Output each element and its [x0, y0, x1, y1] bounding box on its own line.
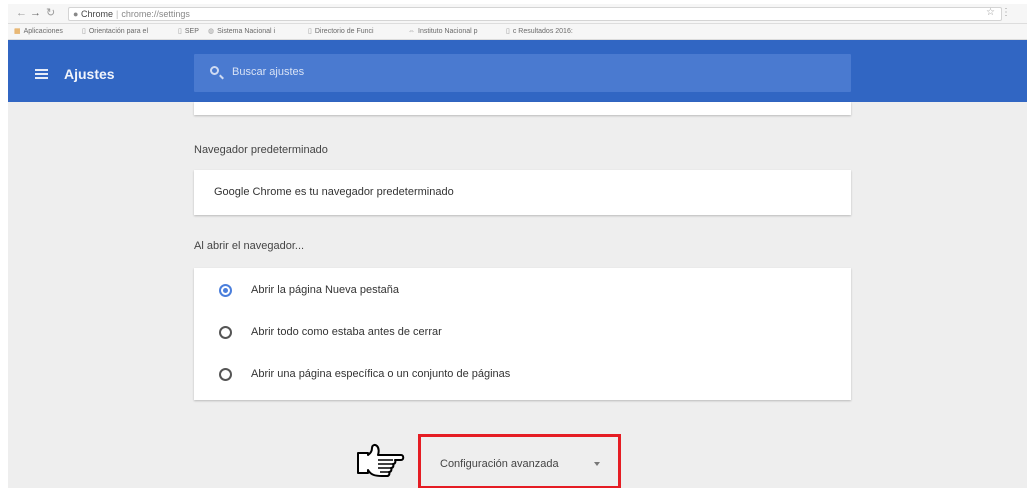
omnibox[interactable]: ● Chrome | chrome://settings — [68, 7, 1002, 21]
address-bar: ← → ↻ ● Chrome | chrome://settings ☆⋮ — [8, 4, 1027, 24]
radio-unselected[interactable] — [219, 326, 232, 339]
option-label: Abrir la página Nueva pestaña — [251, 284, 399, 296]
default-browser-status: Google Chrome es tu navegador predetermi… — [214, 186, 454, 198]
link-icon: ⇔ — [408, 28, 415, 35]
default-browser-heading: Navegador predeterminado — [194, 144, 328, 156]
startup-option-continue[interactable]: Abrir todo como estaba antes de cerrar — [194, 313, 851, 353]
page-icon: ▯ — [308, 28, 312, 35]
screenshot: ← → ↻ ● Chrome | chrome://settings ☆⋮ ▦ Apl… — [8, 4, 1027, 488]
back-icon[interactable]: ← — [16, 7, 27, 20]
caret-down-icon — [594, 462, 600, 466]
page-icon: ▯ — [82, 28, 86, 35]
startup-options-card: Abrir la página Nueva pestaña Abrir todo… — [194, 268, 851, 400]
search-placeholder: Buscar ajustes — [232, 66, 305, 78]
radio-selected[interactable] — [219, 284, 232, 297]
bookmark-item[interactable]: ▯ SEP — [178, 24, 199, 39]
startup-heading: Al abrir el navegador... — [194, 240, 305, 252]
forward-icon[interactable]: → — [30, 7, 41, 20]
advanced-settings-button[interactable]: Configuración avanzada — [418, 434, 621, 488]
previous-section-card — [194, 102, 851, 115]
bookmark-item[interactable]: ⇔ Instituto Nacional p — [408, 24, 478, 39]
page-icon: ▯ — [506, 28, 510, 35]
search-icon — [210, 66, 219, 75]
option-label: Abrir todo como estaba antes de cerrar — [251, 326, 442, 338]
reload-icon[interactable]: ↻ — [46, 7, 55, 20]
site-info-icon[interactable]: ● — [73, 9, 78, 19]
url-path: chrome://settings — [121, 9, 190, 19]
settings-toolbar: Ajustes Buscar ajustes — [8, 40, 1027, 102]
bookmark-apps[interactable]: ▦ Aplicaciones — [14, 24, 63, 39]
advanced-settings-label: Configuración avanzada — [440, 458, 559, 470]
apps-grid-icon: ▦ — [14, 28, 21, 35]
site-label: Chrome — [80, 9, 113, 19]
startup-option-specific-pages[interactable]: Abrir una página específica o un conjunt… — [194, 355, 851, 395]
bookmarks-bar: ▦ Aplicaciones ▯ Orientación para el ▯ SEP … — [8, 24, 1027, 40]
bookmark-star-icon[interactable]: ☆⋮ — [986, 7, 1017, 18]
pointing-hand-icon — [357, 443, 405, 477]
globe-icon: ◍ — [208, 28, 215, 35]
default-browser-card: Google Chrome es tu navegador predetermi… — [194, 170, 851, 215]
bookmark-item[interactable]: ◍ Sistema Nacional i — [208, 24, 275, 39]
bookmark-item[interactable]: ▯ Orientación para el — [82, 24, 148, 39]
search-input[interactable]: Buscar ajustes — [194, 54, 851, 92]
hamburger-menu-icon[interactable] — [35, 69, 48, 79]
bookmark-item[interactable]: ▯ c Resultados 2016: — [506, 24, 573, 39]
radio-unselected[interactable] — [219, 368, 232, 381]
bookmark-item[interactable]: ▯ Directorio de Funci — [308, 24, 374, 39]
option-label: Abrir una página específica o un conjunt… — [251, 368, 511, 380]
startup-option-new-tab[interactable]: Abrir la página Nueva pestaña — [194, 271, 851, 311]
page-title: Ajustes — [64, 66, 115, 82]
page-icon: ▯ — [178, 28, 182, 35]
